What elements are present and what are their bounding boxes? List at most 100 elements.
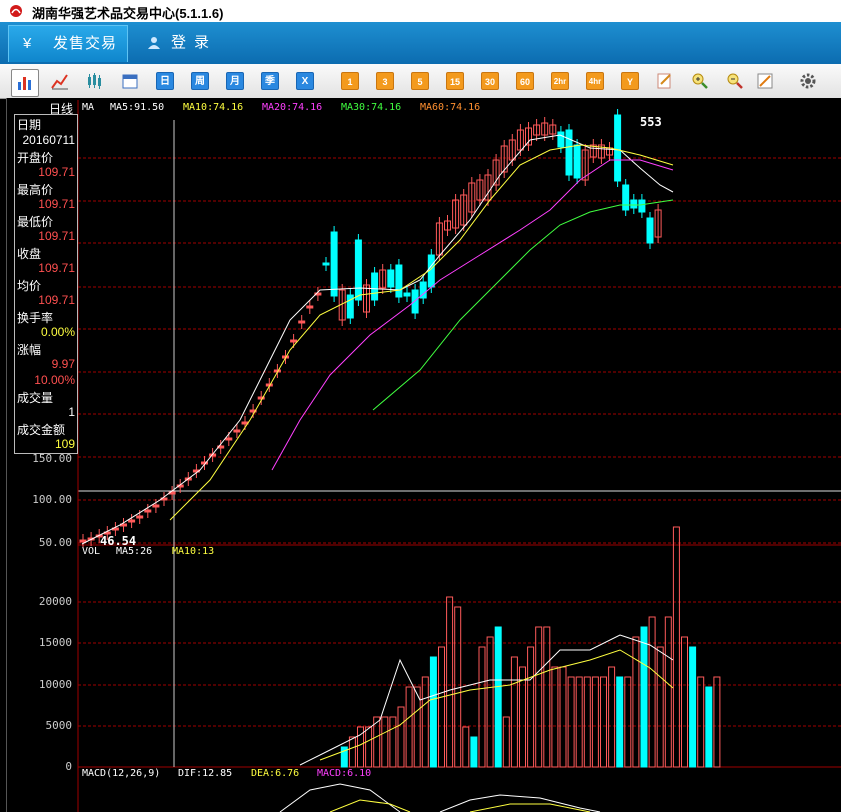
volume-bar — [543, 626, 551, 768]
volume-bar — [681, 636, 688, 768]
candle — [79, 539, 87, 543]
candle — [557, 131, 565, 148]
volume-bar — [365, 726, 373, 768]
candle — [330, 231, 338, 297]
candle — [387, 269, 395, 288]
candle — [638, 199, 646, 213]
change-pct: 10.00% — [34, 373, 75, 387]
volume-bar — [527, 646, 535, 768]
open-label: 开盘价 — [17, 151, 54, 165]
volume-bar — [397, 706, 405, 768]
low-label: 最低价 — [17, 215, 54, 229]
candle — [233, 429, 241, 433]
volume-bar — [478, 646, 486, 768]
turnover-label: 换手率 — [17, 311, 54, 325]
candle — [646, 217, 654, 244]
volume-bar — [494, 626, 502, 768]
macd-value-label: MACD:6.10 — [317, 768, 371, 779]
volume-bar — [405, 686, 413, 768]
volume-bar — [575, 676, 583, 768]
candle — [573, 144, 581, 179]
volume-bar — [551, 666, 559, 768]
macd-dif-label: DIF:12.85 — [178, 768, 232, 779]
volume-bar — [510, 656, 518, 768]
kline-chart[interactable]: 日线 MA MA5:91.50 MA10:74.16 MA20:74.16 MA… — [0, 0, 841, 812]
close-value: 109.71 — [38, 261, 75, 275]
volume-bar — [502, 716, 510, 768]
macd-dea-line — [469, 803, 591, 812]
volume-bar — [600, 676, 607, 768]
candle — [622, 184, 630, 211]
change-value: 9.97 — [51, 357, 75, 371]
macd-dea-label: DEA:6.76 — [251, 768, 299, 779]
volume-bar — [705, 686, 713, 768]
amount-value: 109 — [54, 437, 75, 451]
candle — [298, 320, 306, 324]
price-tick-100: 100.00 — [32, 493, 72, 506]
candle — [128, 519, 136, 523]
volume-bar — [519, 666, 526, 768]
avg-label: 均价 — [17, 279, 42, 293]
candle — [395, 264, 403, 298]
volume-bar — [689, 646, 697, 768]
volume-bar — [462, 726, 470, 768]
ma5-label: MA5:91.50 — [110, 102, 164, 113]
candle — [144, 509, 152, 513]
volume-bar — [470, 736, 478, 768]
vol-tick-0: 0 — [65, 760, 72, 773]
volume-bar — [486, 636, 494, 768]
volume-bar — [583, 676, 591, 768]
max-price-label: 553 — [640, 115, 662, 129]
high-value: 109.71 — [38, 197, 75, 211]
volume-bar — [438, 646, 445, 768]
price-series — [79, 109, 721, 812]
ma20-label: MA20:74.16 — [262, 102, 322, 113]
ma10-label: MA10:74.16 — [183, 102, 243, 113]
volume-bar — [616, 676, 624, 768]
grid-lines — [77, 100, 841, 812]
date-value: 20160711 — [22, 133, 76, 147]
volume-bar — [381, 716, 389, 768]
volume-bar — [429, 656, 437, 768]
volume-bar — [624, 676, 632, 768]
vol-ma5-label: MA5:26 — [116, 546, 152, 557]
date-label: 日期 — [17, 118, 42, 132]
candle — [322, 262, 330, 266]
candle — [290, 339, 298, 343]
amount-label: 成交金额 — [17, 423, 66, 437]
avg-value: 109.71 — [38, 293, 75, 307]
candle — [630, 199, 638, 209]
volume-bar — [389, 716, 397, 768]
volume-bar — [664, 616, 672, 768]
volume-bar — [648, 616, 656, 768]
candle — [354, 239, 362, 301]
vol-tick-10000: 10000 — [39, 678, 72, 691]
candle — [403, 292, 411, 297]
change-label: 涨幅 — [17, 343, 42, 357]
volume-bar — [446, 596, 454, 768]
vol-label: VOL — [82, 546, 100, 557]
volume-bar — [656, 646, 664, 768]
volume-bar — [632, 636, 640, 768]
candle — [225, 437, 233, 441]
candle — [411, 289, 419, 314]
candle — [565, 129, 573, 176]
volume-bar — [559, 666, 567, 768]
candle — [371, 272, 379, 301]
volume-bar — [454, 606, 462, 768]
ma30-label: MA30:74.16 — [341, 102, 401, 113]
open-value: 109.71 — [38, 165, 75, 179]
macd-label: MACD(12,26,9) — [82, 768, 160, 779]
volume-bar — [697, 676, 705, 768]
candle — [136, 515, 144, 519]
volume-bar — [421, 676, 429, 768]
volume-bar — [672, 526, 680, 768]
close-label: 收盘 — [17, 247, 42, 261]
candle — [306, 305, 314, 309]
volume-label: 成交量 — [17, 391, 54, 405]
vol-ma10-label: MA10:13 — [172, 546, 214, 557]
turnover-value: 0.00% — [40, 325, 75, 339]
volume-bar — [591, 676, 599, 768]
vol-tick-15000: 15000 — [39, 636, 72, 649]
low-value: 109.71 — [38, 229, 75, 243]
